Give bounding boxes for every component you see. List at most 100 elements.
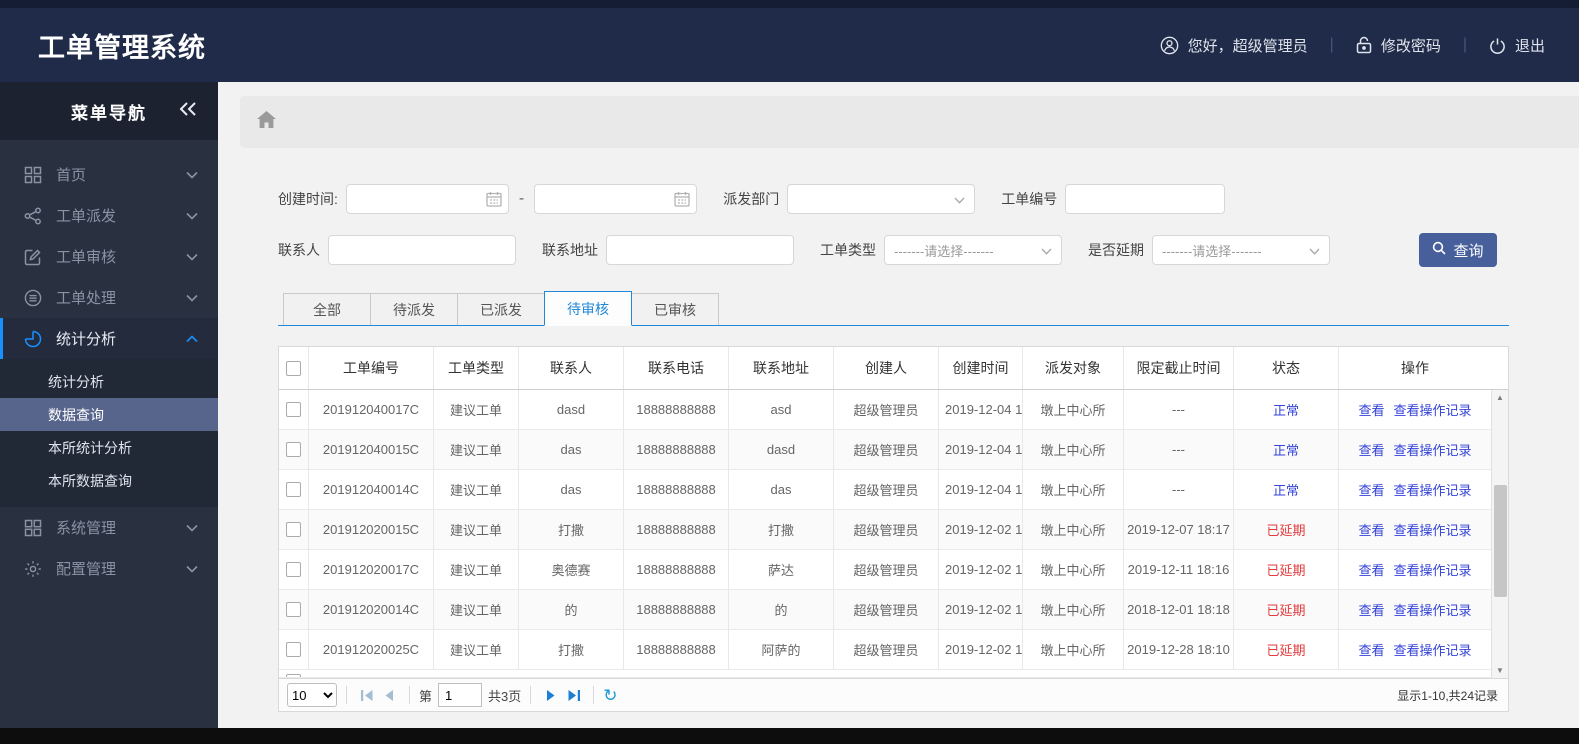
- table-row: 201912040015C 建议工单 das 18888888888 dasd …: [279, 430, 1491, 470]
- scroll-down-icon[interactable]: ▼: [1492, 663, 1508, 678]
- search-button[interactable]: 查询: [1419, 233, 1497, 267]
- calendar-icon[interactable]: [486, 191, 502, 212]
- page-number-input[interactable]: [438, 683, 483, 707]
- sidebar-item-local-stat-analysis[interactable]: 本所统计分析: [0, 431, 218, 464]
- contact-cell: dasd: [519, 390, 624, 429]
- col-created: 创建时间: [939, 347, 1023, 389]
- target-cell: 墩上中心所: [1023, 590, 1124, 629]
- tab-dispatched[interactable]: 已派发: [457, 293, 545, 325]
- creator-cell: 超级管理员: [834, 590, 939, 629]
- sidebar-item-system[interactable]: 系统管理: [0, 507, 218, 548]
- contact-cell: das: [519, 430, 624, 469]
- order-no-cell: 201912040015C: [309, 430, 434, 469]
- view-log-link[interactable]: 查看操作记录: [1394, 480, 1472, 499]
- prev-page-button[interactable]: [378, 684, 400, 706]
- col-deadline: 限定截止时间: [1124, 347, 1234, 389]
- page-size-select[interactable]: 10: [287, 683, 337, 707]
- chevron-down-icon: [186, 560, 198, 577]
- creator-cell: 超级管理员: [834, 470, 939, 509]
- col-target: 派发对象: [1023, 347, 1124, 389]
- table-row: 201912020015C 建议工单 打撒 18888888888 打撒 超级管…: [279, 510, 1491, 550]
- sidebar-item-review[interactable]: 工单审核: [0, 236, 218, 277]
- table-row: 201912020017C 建议工单 奥德赛 18888888888 萨达 超级…: [279, 550, 1491, 590]
- delay-select[interactable]: -------请选择-------: [1152, 235, 1330, 265]
- order-type-cell: 建议工单: [434, 590, 519, 629]
- creator-cell: 超级管理员: [834, 430, 939, 469]
- sidebar-item-local-data-query[interactable]: 本所数据查询: [0, 464, 218, 497]
- address-input[interactable]: [606, 235, 794, 265]
- row-checkbox[interactable]: [286, 482, 301, 497]
- view-log-link[interactable]: 查看操作记录: [1394, 640, 1472, 659]
- status-badge: 正常: [1272, 483, 1299, 498]
- calendar-icon[interactable]: [674, 191, 690, 212]
- row-checkbox[interactable]: [286, 402, 301, 417]
- view-log-link[interactable]: 查看操作记录: [1394, 400, 1472, 419]
- top-header: 工单管理系统 您好，超级管理员 | 修改密码 | 退出: [0, 0, 1579, 82]
- view-log-link[interactable]: 查看操作记录: [1394, 440, 1472, 459]
- order-type-select[interactable]: -------请选择-------: [884, 235, 1062, 265]
- change-password-button[interactable]: 修改密码: [1356, 35, 1441, 56]
- collapse-sidebar-icon[interactable]: [178, 101, 198, 122]
- view-log-link[interactable]: 查看操作记录: [1394, 600, 1472, 619]
- dispatch-dept-select[interactable]: [787, 184, 976, 214]
- sidebar-item-dispatch[interactable]: 工单派发: [0, 195, 218, 236]
- last-page-button[interactable]: [562, 684, 584, 706]
- view-link[interactable]: 查看: [1358, 480, 1384, 499]
- chevron-down-icon: [1041, 243, 1052, 258]
- view-link[interactable]: 查看: [1358, 520, 1384, 539]
- view-log-link[interactable]: 查看操作记录: [1394, 520, 1472, 539]
- tab-all[interactable]: 全部: [283, 293, 371, 325]
- view-link[interactable]: 查看: [1358, 440, 1384, 459]
- row-checkbox[interactable]: [286, 562, 301, 577]
- view-log-link[interactable]: 查看操作记录: [1394, 560, 1472, 579]
- sidebar-item-statistics[interactable]: 统计分析: [0, 318, 218, 359]
- row-checkbox[interactable]: [286, 522, 301, 537]
- statistics-submenu: 统计分析 数据查询 本所统计分析 本所数据查询: [0, 359, 218, 507]
- table-scrollbar[interactable]: ▲ ▼: [1491, 390, 1508, 678]
- sidebar-item-config[interactable]: 配置管理: [0, 548, 218, 589]
- scroll-up-icon[interactable]: ▲: [1492, 390, 1508, 405]
- contact-input[interactable]: [328, 235, 516, 265]
- sidebar-item-data-query[interactable]: 数据查询: [0, 398, 218, 431]
- sidebar-item-process[interactable]: 工单处理: [0, 277, 218, 318]
- order-type-cell: 建议工单: [434, 390, 519, 429]
- view-link[interactable]: 查看: [1358, 600, 1384, 619]
- contact-cell: das: [519, 470, 624, 509]
- phone-cell: 18888888888: [624, 470, 729, 509]
- sidebar-item-home[interactable]: 首页: [0, 154, 218, 195]
- sidebar-item-stat-analysis[interactable]: 统计分析: [0, 365, 218, 398]
- select-all-checkbox[interactable]: [286, 360, 301, 376]
- order-no-cell: 201912040014C: [309, 470, 434, 509]
- chevron-down-icon: [186, 289, 198, 306]
- first-page-button[interactable]: [356, 684, 378, 706]
- refresh-icon[interactable]: ↻: [603, 687, 617, 704]
- create-time-end-field: [534, 184, 698, 214]
- create-time-end-input[interactable]: [534, 184, 698, 214]
- tab-reviewed[interactable]: 已审核: [631, 293, 719, 325]
- order-no-input[interactable]: [1065, 184, 1226, 214]
- logout-button[interactable]: 退出: [1489, 35, 1545, 56]
- create-time-start-input[interactable]: [345, 184, 509, 214]
- tab-to-review[interactable]: 待审核: [544, 291, 632, 326]
- target-cell: 墩上中心所: [1023, 550, 1124, 589]
- page-prefix-label: 第: [419, 688, 433, 704]
- view-link[interactable]: 查看: [1358, 640, 1384, 659]
- row-checkbox[interactable]: [286, 442, 301, 457]
- app-title: 工单管理系统: [38, 32, 206, 63]
- row-checkbox[interactable]: [286, 602, 301, 617]
- row-checkbox[interactable]: [286, 642, 301, 657]
- divider: |: [1462, 36, 1467, 53]
- tab-to-dispatch[interactable]: 待派发: [370, 293, 458, 325]
- home-icon[interactable]: [257, 111, 276, 133]
- scrollbar-thumb[interactable]: [1494, 485, 1507, 597]
- col-phone: 联系电话: [624, 347, 729, 389]
- order-type-cell: 建议工单: [434, 550, 519, 589]
- view-link[interactable]: 查看: [1358, 560, 1384, 579]
- view-link[interactable]: 查看: [1358, 400, 1384, 419]
- share-icon: [24, 207, 43, 225]
- next-page-button[interactable]: [540, 684, 562, 706]
- status-badge: 已延期: [1266, 523, 1306, 538]
- order-type-cell: 建议工单: [434, 630, 519, 669]
- create-time-label: 创建时间:: [278, 191, 338, 207]
- grid-icon: [24, 166, 43, 184]
